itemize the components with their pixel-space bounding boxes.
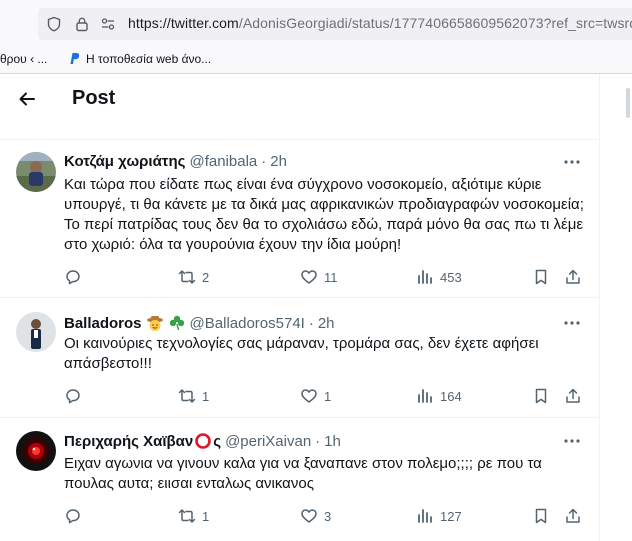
views-chart-icon bbox=[418, 509, 432, 523]
heart-icon bbox=[301, 509, 317, 523]
avatar[interactable] bbox=[16, 312, 56, 352]
permissions-icon[interactable] bbox=[100, 16, 116, 32]
timestamp[interactable]: 2h bbox=[270, 153, 287, 170]
shield-icon[interactable] bbox=[46, 16, 62, 32]
bookmark-button[interactable] bbox=[532, 267, 550, 287]
url-host: https://twitter.com bbox=[128, 15, 239, 31]
scrollbar[interactable] bbox=[622, 74, 632, 541]
more-icon bbox=[564, 439, 580, 443]
bookmark-icon bbox=[535, 388, 547, 404]
smiling-face-with-cowboy-hat-icon bbox=[146, 314, 164, 332]
tweet-text: Οι καινούριες τεχνολογίες σας μάραναν, τ… bbox=[64, 335, 539, 372]
scrollbar-thumb[interactable] bbox=[626, 88, 630, 118]
reply-button[interactable] bbox=[64, 386, 88, 406]
reply-icon bbox=[66, 270, 80, 285]
more-options-button[interactable] bbox=[562, 431, 582, 451]
like-button[interactable]: 11 bbox=[300, 267, 338, 287]
retweet-count: 1 bbox=[202, 388, 210, 404]
retweet-count: 1 bbox=[202, 508, 210, 524]
more-options-button[interactable] bbox=[562, 152, 582, 172]
bookmark-item[interactable]: θρου ‹ ... bbox=[0, 52, 47, 66]
views-button[interactable]: 127 bbox=[416, 506, 462, 526]
separator-dot: · bbox=[308, 314, 314, 332]
bookmark-icon bbox=[535, 269, 547, 285]
author-name[interactable]: Κοτζάμ χωριάτης bbox=[64, 153, 185, 170]
views-button[interactable]: 164 bbox=[416, 386, 462, 406]
like-button[interactable]: 1 bbox=[300, 386, 331, 406]
reply-button[interactable] bbox=[64, 267, 88, 287]
url-text[interactable]: https://twitter.com/AdonisGeorgiadi/stat… bbox=[128, 15, 632, 31]
share-icon bbox=[566, 508, 580, 523]
red-circle-outline-icon bbox=[194, 432, 212, 450]
bookmark-button[interactable] bbox=[532, 506, 550, 526]
share-button[interactable] bbox=[564, 506, 582, 526]
reply-button[interactable] bbox=[64, 506, 88, 526]
bookmark-item[interactable]: Η τοποθεσία web άνο... bbox=[86, 52, 211, 66]
avatar[interactable] bbox=[16, 152, 56, 192]
retweet-button[interactable]: 1 bbox=[178, 386, 209, 406]
share-button[interactable] bbox=[564, 267, 582, 287]
retweet-count: 2 bbox=[202, 269, 210, 285]
bookmark-icon bbox=[535, 508, 547, 524]
shamrock-icon bbox=[168, 314, 186, 332]
retweet-icon bbox=[178, 389, 196, 403]
timestamp[interactable]: 2h bbox=[318, 315, 335, 332]
author-handle[interactable]: @periXaivan bbox=[225, 433, 311, 450]
share-icon bbox=[566, 269, 580, 284]
more-icon bbox=[564, 321, 580, 325]
retweet-button[interactable]: 2 bbox=[178, 267, 209, 287]
avatar[interactable] bbox=[16, 431, 56, 471]
heart-icon bbox=[301, 270, 317, 284]
author-handle[interactable]: @Balladoros574I bbox=[190, 315, 305, 332]
views-button[interactable]: 453 bbox=[416, 267, 462, 287]
like-count: 11 bbox=[324, 269, 338, 285]
author-handle[interactable]: @fanibala bbox=[189, 153, 257, 170]
more-icon bbox=[564, 160, 580, 164]
paypal-icon bbox=[70, 53, 80, 64]
tweet-text: Ειχαν αγωνια να γινουν καλα για να ξαναπ… bbox=[64, 455, 542, 492]
retweet-icon bbox=[178, 270, 196, 284]
author-name[interactable]: Περιχαρής Χαϊβαν bbox=[64, 433, 193, 450]
reply-icon bbox=[66, 509, 80, 524]
lock-icon[interactable] bbox=[74, 16, 90, 32]
views-count: 453 bbox=[440, 269, 462, 285]
author-line: Balladoros @Balladoros574I · 2h bbox=[64, 314, 335, 332]
tweet-actions: 2 11 453 bbox=[64, 267, 588, 287]
bookmark-button[interactable] bbox=[532, 386, 550, 406]
retweet-button[interactable]: 1 bbox=[178, 506, 209, 526]
views-chart-icon bbox=[418, 270, 432, 284]
views-chart-icon bbox=[418, 389, 432, 403]
author-line: Κοτζάμ χωριάτης @fanibala · 2h bbox=[64, 153, 287, 170]
views-count: 164 bbox=[440, 388, 462, 404]
views-count: 127 bbox=[440, 508, 462, 524]
back-button[interactable] bbox=[12, 84, 42, 114]
page-title: Post bbox=[72, 87, 116, 109]
like-count: 3 bbox=[324, 508, 332, 524]
more-options-button[interactable] bbox=[562, 313, 582, 333]
separator-dot: · bbox=[315, 432, 321, 450]
tweet-actions: 1 1 164 bbox=[64, 386, 588, 406]
separator-dot: · bbox=[261, 153, 267, 170]
heart-icon bbox=[301, 389, 317, 403]
author-name[interactable]: Balladoros bbox=[64, 315, 142, 332]
share-icon bbox=[566, 388, 580, 403]
url-path: /AdonisGeorgiadi/status/1777406658609562… bbox=[238, 15, 632, 31]
retweet-icon bbox=[178, 509, 196, 523]
author-name-suffix: ς bbox=[213, 432, 222, 450]
tweet-actions: 1 3 127 bbox=[64, 506, 588, 526]
like-count: 1 bbox=[324, 388, 332, 404]
author-line: Περιχαρής Χαϊβαν ς @periXaivan · 1h bbox=[64, 432, 341, 450]
like-button[interactable]: 3 bbox=[300, 506, 331, 526]
arrow-left-icon bbox=[19, 92, 35, 106]
timestamp[interactable]: 1h bbox=[324, 433, 341, 450]
reply-icon bbox=[66, 389, 80, 404]
tweet-text: Και τώρα που είδατε πως είναι ένα σύγχρο… bbox=[64, 176, 584, 253]
share-button[interactable] bbox=[564, 386, 582, 406]
